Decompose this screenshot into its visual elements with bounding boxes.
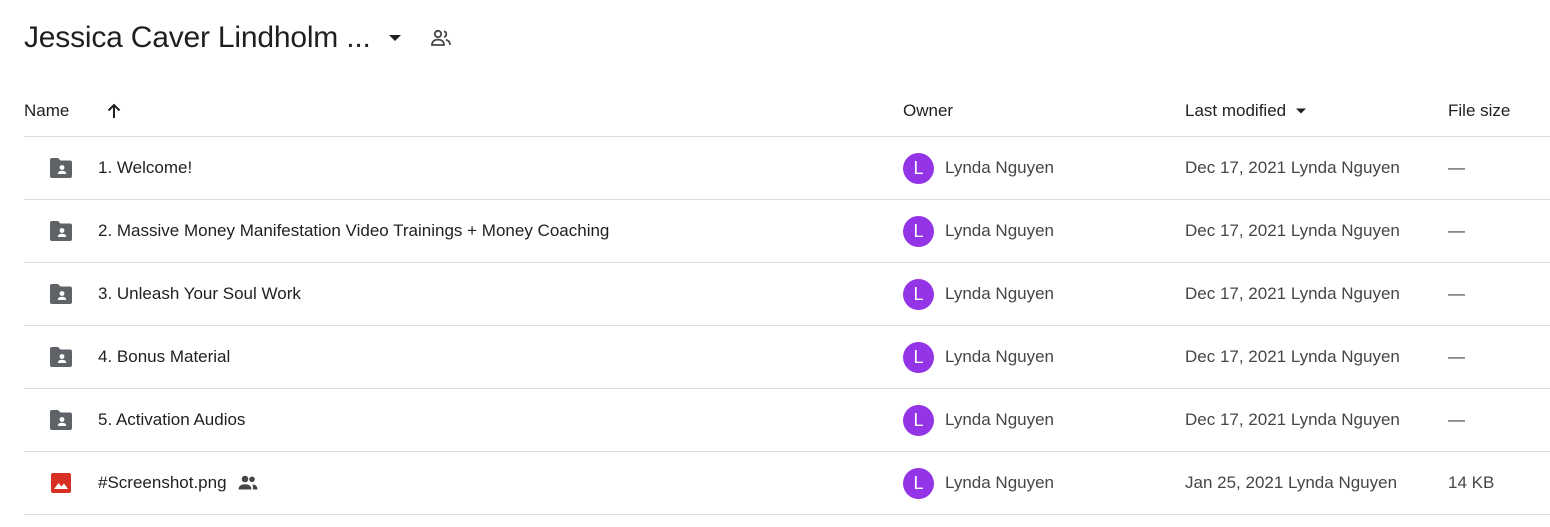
people-icon[interactable]: [427, 24, 455, 52]
name-column-header[interactable]: Name: [24, 86, 69, 136]
avatar[interactable]: L: [903, 404, 934, 436]
file-name[interactable]: 1. Welcome!: [98, 158, 192, 178]
file-name-cell[interactable]: 3. Unleash Your Soul Work: [98, 263, 301, 325]
file-name[interactable]: 4. Bonus Material: [98, 347, 230, 367]
avatar[interactable]: L: [903, 278, 934, 310]
file-size-value: —: [1448, 158, 1465, 177]
last-modified-value: Jan 25, 2021 Lynda Nguyen: [1185, 473, 1398, 492]
file-name[interactable]: 2. Massive Money Manifestation Video Tra…: [98, 221, 609, 241]
file-row[interactable]: 1. Welcome! L Lynda Nguyen Dec 17, 2021 Lyn…: [24, 137, 1550, 200]
owner-cell: L Lynda Nguyen: [903, 200, 1054, 262]
image-file-icon: [48, 452, 74, 514]
owner-column-header[interactable]: Owner: [903, 86, 953, 136]
file-name[interactable]: 3. Unleash Your Soul Work: [98, 284, 301, 304]
owner-cell: L Lynda Nguyen: [903, 326, 1054, 388]
folder-header: Jessica Caver Lindholm ...: [24, 14, 455, 62]
shared-folder-icon: [48, 200, 74, 262]
shared-folder-icon: [48, 326, 74, 388]
owner-cell: L Lynda Nguyen: [903, 263, 1054, 325]
last-modified-value: Dec 17, 2021 Lynda Nguyen: [1185, 284, 1400, 303]
last-modified-value: Dec 17, 2021 Lynda Nguyen: [1185, 158, 1400, 177]
last-modified-value: Dec 17, 2021 Lynda Nguyen: [1185, 410, 1400, 429]
file-row[interactable]: 5. Activation Audios L Lynda Nguyen Dec 17,…: [24, 389, 1550, 452]
arrow-drop-down-icon[interactable]: [385, 28, 405, 48]
owner-name: Lynda Nguyen: [945, 221, 1055, 240]
file-name-cell[interactable]: 2. Massive Money Manifestation Video Tra…: [98, 200, 609, 262]
last-modified-value: Dec 17, 2021 Lynda Nguyen: [1185, 347, 1400, 366]
folder-title[interactable]: Jessica Caver Lindholm ...: [24, 21, 371, 55]
file-size-value: —: [1448, 410, 1465, 429]
arrow-up-icon[interactable]: [102, 86, 126, 136]
file-size-value: 14 KB: [1448, 473, 1495, 492]
file-size-value: —: [1448, 284, 1465, 303]
file-size-value: —: [1448, 347, 1465, 366]
owner-name: Lynda Nguyen: [945, 347, 1055, 366]
file-name-cell[interactable]: 5. Activation Audios: [98, 389, 245, 451]
file-list: 1. Welcome! L Lynda Nguyen Dec 17, 2021 Lyn…: [24, 137, 1550, 515]
owner-cell: L Lynda Nguyen: [903, 389, 1054, 451]
people-icon: [237, 474, 259, 492]
file-row[interactable]: #Screenshot.png L Lynda Nguyen Jan 25, 2021…: [24, 452, 1550, 515]
file-name-cell[interactable]: 4. Bonus Material: [98, 326, 230, 388]
owner-name: Lynda Nguyen: [945, 473, 1055, 492]
file-row[interactable]: 3. Unleash Your Soul Work L Lynda Nguyen De…: [24, 263, 1550, 326]
column-header-row: Name Owner Last modified File size: [24, 86, 1550, 137]
file-name[interactable]: 5. Activation Audios: [98, 410, 245, 430]
file-row[interactable]: 4. Bonus Material L Lynda Nguyen Dec 17, 20…: [24, 326, 1550, 389]
sort-caret-icon[interactable]: [1294, 104, 1308, 118]
shared-folder-icon: [48, 263, 74, 325]
last-modified-label: Last modified: [1185, 101, 1287, 120]
file-name-cell[interactable]: #Screenshot.png: [98, 452, 259, 514]
file-size-value: —: [1448, 221, 1465, 240]
shared-folder-icon: [48, 389, 74, 451]
file-row[interactable]: 2. Massive Money Manifestation Video Tra…: [24, 200, 1550, 263]
file-size-column-header[interactable]: File size: [1448, 86, 1510, 136]
owner-cell: L Lynda Nguyen: [903, 137, 1054, 199]
avatar[interactable]: L: [903, 467, 934, 499]
owner-cell: L Lynda Nguyen: [903, 452, 1054, 514]
shared-folder-icon: [48, 137, 74, 199]
file-name-cell[interactable]: 1. Welcome!: [98, 137, 192, 199]
file-name[interactable]: #Screenshot.png: [98, 473, 227, 493]
avatar[interactable]: L: [903, 215, 934, 247]
last-modified-column-header[interactable]: Last modified: [1185, 86, 1308, 136]
owner-name: Lynda Nguyen: [945, 410, 1055, 429]
avatar[interactable]: L: [903, 341, 934, 373]
owner-name: Lynda Nguyen: [945, 284, 1055, 303]
avatar[interactable]: L: [903, 152, 934, 184]
owner-name: Lynda Nguyen: [945, 158, 1055, 177]
last-modified-value: Dec 17, 2021 Lynda Nguyen: [1185, 221, 1400, 240]
